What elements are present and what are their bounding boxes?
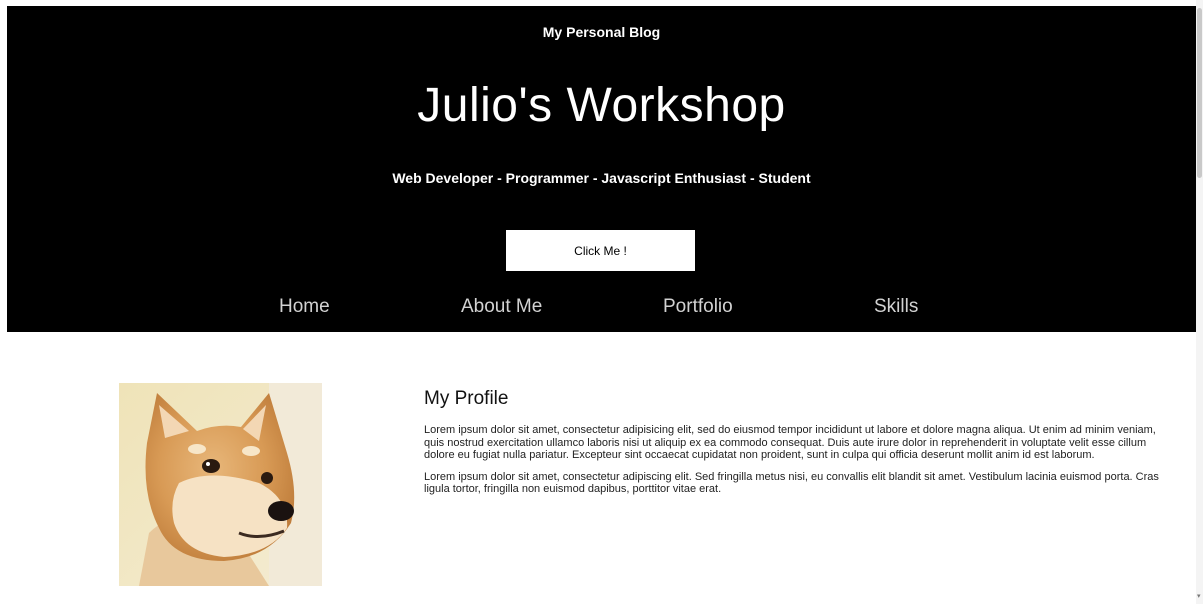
page: My Personal Blog Julio's Workshop Web De… — [0, 0, 1203, 604]
shiba-dog-photo — [119, 383, 322, 586]
profile-section: My Profile Lorem ipsum dolor sit amet, c… — [424, 388, 1159, 505]
tagline: Web Developer - Programmer - Javascript … — [392, 170, 811, 186]
profile-paragraph-2: Lorem ipsum dolor sit amet, consectetur … — [424, 470, 1159, 496]
main-nav: Home About Me Portfolio Skills — [7, 296, 1196, 322]
click-me-button[interactable]: Click Me ! — [506, 230, 695, 271]
scrollbar-thumb[interactable] — [1197, 8, 1202, 178]
profile-photo — [119, 383, 322, 586]
profile-heading: My Profile — [424, 388, 509, 409]
hero-header: My Personal Blog Julio's Workshop Web De… — [7, 6, 1196, 332]
nav-item-home[interactable]: Home — [279, 296, 330, 318]
nav-item-skills[interactable]: Skills — [874, 296, 918, 318]
site-title: Julio's Workshop — [417, 79, 786, 132]
site-subtitle: My Personal Blog — [542, 24, 661, 40]
page-scrollbar[interactable]: ▾ — [1196, 0, 1203, 604]
scroll-down-arrow-icon[interactable]: ▾ — [1197, 592, 1201, 600]
nav-item-portfolio[interactable]: Portfolio — [663, 296, 733, 318]
profile-paragraph-1: Lorem ipsum dolor sit amet, consectetur … — [424, 424, 1156, 461]
nav-item-about-me[interactable]: About Me — [461, 296, 542, 318]
